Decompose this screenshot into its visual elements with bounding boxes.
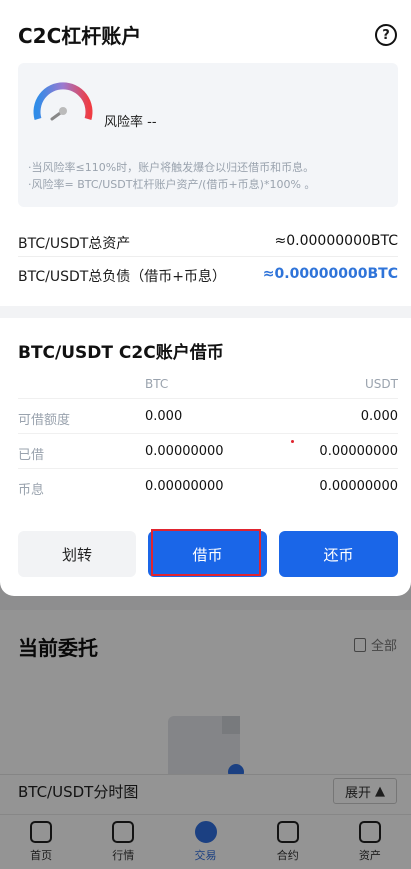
borrow-section-title: BTC/USDT C2C账户借币 (18, 343, 224, 363)
help-icon[interactable]: ? (375, 24, 397, 46)
total-assets-value: ≈0.00000000BTC (274, 233, 398, 249)
red-marker-dot (291, 440, 294, 443)
divider (18, 256, 398, 257)
row-usdt-value: 0.000 (360, 409, 398, 424)
repay-button[interactable]: 还币 (279, 531, 398, 577)
row-btc-value: 0.00000000 (145, 479, 224, 494)
table-row: 已借 0.00000000 0.00000000 (18, 433, 398, 467)
risk-note: ·当风险率≤110%时，账户将触发爆仓以归还借币和币息。 ·风险率= BTC/U… (28, 159, 393, 193)
total-assets-row: BTC/USDT总资产 ≈0.00000000BTC (18, 233, 398, 253)
transfer-button[interactable]: 划转 (18, 531, 136, 577)
row-label: 可借额度 (18, 413, 71, 428)
risk-panel: 风险率 -- ·当风险率≤110%时，账户将触发爆仓以归还借币和币息。 ·风险率… (18, 63, 398, 207)
total-debt-value: ≈0.00000000BTC (262, 266, 398, 282)
row-usdt-value: 0.00000000 (319, 444, 398, 459)
row-btc-value: 0.000 (145, 409, 183, 424)
risk-note-line: ·风险率= BTC/USDT杠杆账户资产/(借币+币息)*100% 。 (28, 178, 316, 191)
risk-gauge-icon (33, 82, 93, 121)
row-btc-value: 0.00000000 (145, 444, 224, 459)
row-label: 币息 (18, 483, 45, 498)
total-assets-label: BTC/USDT总资产 (18, 236, 131, 252)
row-label: 已借 (18, 448, 45, 463)
column-btc: BTC (145, 377, 169, 391)
row-usdt-value: 0.00000000 (319, 479, 398, 494)
section-gap (0, 306, 411, 318)
risk-rate-label: 风险率 -- (104, 115, 157, 130)
table-row: 可借额度 0.000 0.000 (18, 398, 398, 432)
total-debt-label: BTC/USDT总负债（借币+币息） (18, 269, 227, 285)
risk-note-line: ·当风险率≤110%时，账户将触发爆仓以归还借币和币息。 (28, 161, 315, 174)
table-row: 币息 0.00000000 0.00000000 (18, 468, 398, 502)
total-debt-row: BTC/USDT总负债（借币+币息） ≈0.00000000BTC (18, 266, 398, 286)
column-usdt: USDT (365, 377, 398, 391)
margin-account-sheet: C2C杠杆账户 ? 风险率 -- ·当风险率≤110%时，账户将触发爆仓以归还借… (0, 0, 411, 596)
sheet-title: C2C杠杆账户 (18, 24, 142, 48)
borrow-button[interactable]: 借币 (148, 531, 267, 577)
